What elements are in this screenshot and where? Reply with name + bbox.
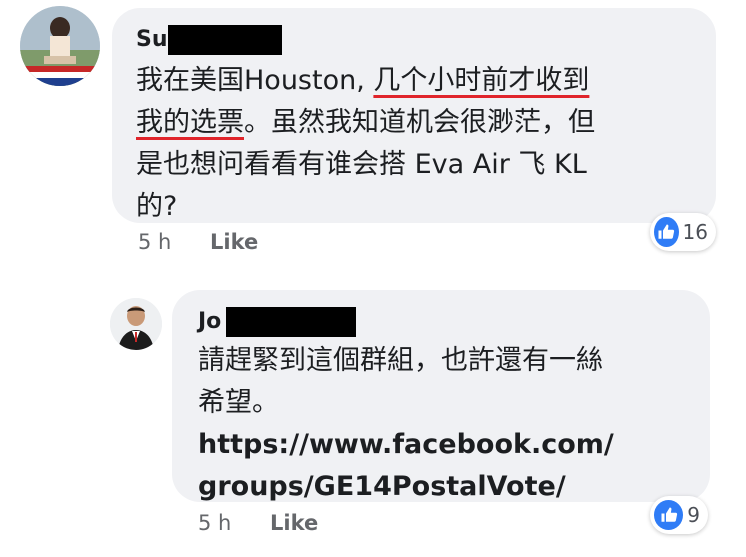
comment-author[interactable]: Jo — [198, 309, 221, 335]
comment-text: 請趕緊到這個群組，也許還有一絲 希望。 https://www.facebook… — [198, 345, 614, 502]
comment-meta: 5 h Like — [138, 230, 258, 254]
reaction-count: 16 — [682, 220, 708, 244]
reaction-count: 9 — [687, 503, 700, 527]
comment-meta: 5 h Like — [198, 511, 318, 535]
comment-bubble: Su 我在美国Houston, 几个小时前才收到 我的选票。虽然我知道机会很渺茫… — [112, 8, 716, 223]
timestamp[interactable]: 5 h — [138, 230, 171, 254]
comment-text: 我在美国Houston, 几个小时前才收到 我的选票。虽然我知道机会很渺茫，但 … — [136, 65, 595, 222]
avatar[interactable] — [20, 6, 100, 86]
reaction-count-pill[interactable]: 16 — [650, 213, 716, 251]
avatar[interactable] — [110, 298, 162, 350]
group-link[interactable]: groups/GE14PostalVote/ — [198, 471, 566, 502]
reply-bubble: Jo 請趕緊到這個群組，也許還有一絲 希望。 https://www.faceb… — [172, 290, 710, 502]
reaction-count-pill[interactable]: 9 — [650, 496, 708, 534]
thumbs-up-icon — [654, 217, 679, 247]
group-link[interactable]: https://www.facebook.com/ — [198, 429, 614, 460]
underlined-text: 几个小时前才收到 — [373, 65, 590, 96]
comment-thread: Su 我在美国Houston, 几个小时前才收到 我的选票。虽然我知道机会很渺茫… — [0, 0, 746, 557]
like-button[interactable]: Like — [210, 230, 258, 254]
thumbs-up-icon — [654, 500, 684, 530]
like-button[interactable]: Like — [270, 511, 318, 535]
redaction-bar — [226, 307, 356, 337]
comment-author[interactable]: Su — [136, 27, 168, 53]
underlined-text: 我的选票 — [136, 107, 244, 138]
redaction-bar — [168, 25, 282, 55]
timestamp[interactable]: 5 h — [198, 511, 231, 535]
